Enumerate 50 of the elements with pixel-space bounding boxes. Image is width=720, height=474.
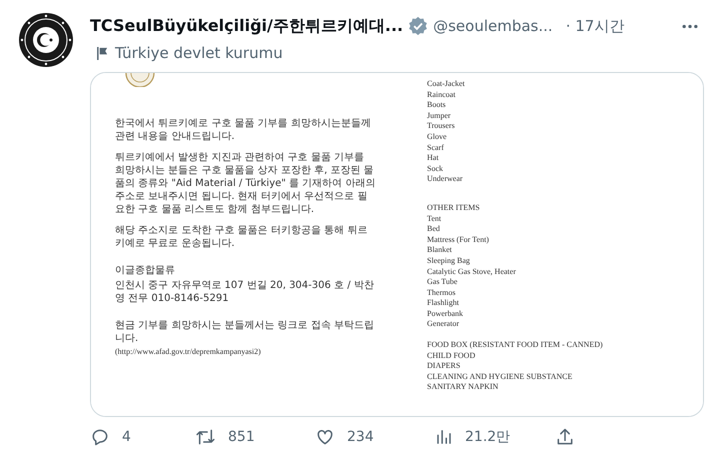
list-item: Sock — [427, 164, 444, 174]
list-heading: OTHER ITEMS — [427, 202, 481, 214]
list-item: Coat-Jacket — [427, 79, 466, 90]
list-item: Tent — [427, 214, 442, 224]
list-item: Jumper — [427, 110, 452, 122]
author-handle[interactable]: @seoulembas... — [433, 17, 553, 35]
list-item: Sleeping Bag — [427, 256, 471, 266]
post-time[interactable]: · 17시간 — [566, 16, 624, 36]
list-item: Raincoat — [427, 90, 456, 100]
list-item: Bed — [427, 224, 441, 235]
sender-address: 인천시 중구 자유무역로 107 번길 20, 304-306 호 / 박찬영 전무 010-8146-5291 — [115, 279, 375, 305]
more-icon[interactable] — [681, 24, 699, 28]
list-item: CLEANING AND HYGIENE SUBSTANCE — [427, 372, 574, 382]
list-item: Glove — [427, 132, 448, 143]
list-item: Mattress (For Tent) — [427, 234, 490, 246]
letter-paragraph: 한국에서 튀르키예로 구호 물품 기부를 희망하시는분들께 관련 내용을 안내드립니다. — [115, 117, 372, 143]
action-count: 851 — [228, 429, 255, 445]
action-count: 234 — [347, 429, 374, 445]
share-icon[interactable] — [555, 427, 575, 447]
reply-icon[interactable] — [90, 427, 110, 447]
list-item: FOOD BOX (RESISTANT FOOD ITEM - CANNED) — [427, 340, 604, 351]
author-name[interactable]: TCSeulBüyükelçiliği/주한튀르키예대... — [90, 16, 404, 36]
list-item: Hat — [427, 153, 440, 164]
emblem-icon[interactable] — [18, 12, 74, 68]
list-item: Underwear — [427, 174, 464, 185]
flag-icon — [96, 46, 109, 60]
list-item: Gas Tube — [427, 277, 458, 288]
sender-name: 이글종합물류 — [115, 264, 176, 277]
cash-note: 현금 기부를 희망하시는 분들께서는 링크로 접속 부탁드립니다. — [115, 319, 376, 345]
repost-icon[interactable] — [195, 427, 216, 447]
donation-link: (http://www.afad.gov.tr/depremkampanyasi2) — [115, 347, 262, 356]
list-item: Thermos — [427, 288, 456, 298]
list-item: DIAPERS — [427, 361, 462, 372]
letter-paragraph: 해당 주소지로 도착한 구호 물품은 터키항공을 통해 튀르키예로 무료로 운송됩니다. — [115, 224, 368, 250]
action-count: 4 — [122, 429, 131, 445]
list-item: CHILD FOOD — [427, 350, 476, 362]
list-item: Boots — [427, 100, 447, 111]
account-label: Türkiye devlet kurumu — [115, 44, 283, 62]
letter-paragraph: 튀르키예에서 발생한 지진과 관련하여 구호 물품 기부를 희망하시는 분들은 구호 물품을 상자 포장한 후, 포장된 물품의 종류와 "Aid Material / Türkiye" 를 기재하여 아래의 주소로 보내주시면 됩니다. 현재 터키에서 우선적으로 필요한 구호 물품 리스트도 함께 첨부드립니다. — [115, 151, 376, 216]
list-item: Powerbank — [427, 308, 464, 320]
list-item: Trousers — [427, 121, 456, 132]
seal-icon — [125, 73, 155, 87]
list-item: Generator — [427, 319, 460, 330]
list-item: SANITARY NAPKIN — [427, 382, 500, 394]
list-item: Flashlight — [427, 298, 460, 309]
action-count: 21.2만 — [465, 428, 510, 446]
heart-icon[interactable] — [315, 427, 335, 447]
list-item: Blanket — [427, 245, 453, 256]
list-item: Scarf — [427, 142, 445, 154]
list-item: Catalytic Gas Stove, Heater — [427, 266, 517, 278]
